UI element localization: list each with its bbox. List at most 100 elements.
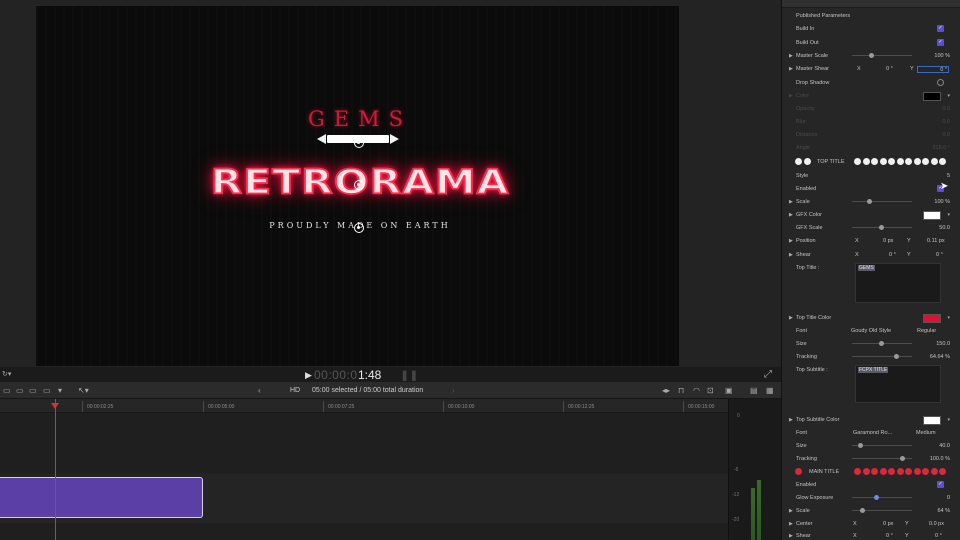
row-gfx-color: ▶ GFX Color ▾ <box>789 211 950 220</box>
play-icon[interactable]: ▶ <box>305 370 312 381</box>
gfx-scale-value[interactable]: 50.0 <box>939 225 950 231</box>
snapping-icon[interactable]: ⊓ <box>678 386 684 395</box>
scale2-value[interactable]: 64 % <box>937 508 950 514</box>
row-top-title-color: ▶ Top Title Color ▾ <box>789 314 950 323</box>
row-top-subtitle-color: ▶ Top Subtitle Color ▾ <box>789 416 950 425</box>
shear3-x[interactable]: 0 ° <box>886 533 893 539</box>
disclosure-triangle-icon[interactable]: ▶ <box>789 199 793 205</box>
size-value[interactable]: 150.0 <box>936 341 950 347</box>
disclosure-triangle-icon[interactable]: ▶ <box>789 212 793 218</box>
clip-settings-icon[interactable]: ▣ <box>725 386 733 395</box>
style-value[interactable]: 5 <box>947 173 950 179</box>
top-title-dots-left <box>795 158 811 165</box>
playhead[interactable] <box>55 399 56 540</box>
disclosure-triangle-icon[interactable]: ▶ <box>789 238 793 244</box>
forward-chevron-icon[interactable]: › <box>452 386 455 395</box>
scale2-slider[interactable] <box>852 508 912 513</box>
clip-appearance-icon[interactable]: ▭ <box>3 386 11 395</box>
master-scale-value[interactable]: 100 % <box>934 53 950 59</box>
effects-browser-icon[interactable]: ▤ <box>750 386 758 395</box>
disclosure-triangle-icon[interactable]: ▶ <box>789 66 793 72</box>
back-chevron-icon[interactable]: ‹ <box>258 386 261 395</box>
chevron-down-icon[interactable]: ▾ <box>947 417 950 423</box>
row-build-in: Build In ✓ <box>796 25 944 32</box>
scale-slider[interactable] <box>852 199 912 204</box>
drop-shadow-checkbox[interactable] <box>937 79 944 86</box>
build-out-checkbox[interactable]: ✓ <box>937 39 944 46</box>
font2-family-select[interactable]: Garamond Ro... <box>853 430 892 436</box>
solo-icon[interactable]: ⊡ <box>707 386 714 395</box>
disclosure-triangle-icon[interactable]: ▶ <box>789 521 793 527</box>
dropdown-chevron-icon[interactable]: ▾ <box>58 386 62 395</box>
position-y[interactable]: 0.11 px <box>927 238 945 244</box>
audio-meters: 0 -6 -12 -20 <box>728 399 781 540</box>
timeline-toolbar: ▭ ▭ ▭ ▭ ▾ ↖▾ ‹ HD 05:00 selected / 05:00… <box>0 381 781 399</box>
clip-appearance-icon[interactable]: ▭ <box>29 386 37 395</box>
row-center: ▶ Center X 0 px Y 0.0 px <box>789 521 944 527</box>
top-title-textbox[interactable]: GEMS <box>855 263 941 303</box>
shear-x[interactable]: 0 ° <box>889 252 896 258</box>
disclosure-triangle-icon[interactable]: ▶ <box>789 53 793 59</box>
gfx-color-swatch[interactable] <box>923 211 941 220</box>
position-x[interactable]: 0 px <box>883 238 893 244</box>
retime-icon[interactable]: ↻▾ <box>2 370 11 378</box>
timeline[interactable]: 00:00:02:25 00:00:05:00 00:00:07:25 00:0… <box>0 399 728 540</box>
row-shadow-blur: Blur 0.0 <box>796 119 950 125</box>
tracking2-value[interactable]: 100.0 % <box>930 456 950 462</box>
master-shear-y[interactable]: 0 ° <box>917 66 949 73</box>
timecode-display[interactable]: 1:48 <box>358 368 381 382</box>
chevron-down-icon[interactable]: ▾ <box>947 315 950 321</box>
master-shear-x[interactable]: 0 ° <box>886 66 893 72</box>
onscreen-control-target-icon[interactable] <box>354 223 364 233</box>
top-subtitle-textbox[interactable]: FCPX TITLE <box>855 365 941 403</box>
tracking-slider[interactable] <box>852 354 912 359</box>
row-tracking-2: Tracking 100.0 % <box>796 456 950 462</box>
headphones-icon[interactable]: ◠ <box>693 386 700 395</box>
center-y[interactable]: 0.0 px <box>929 521 944 527</box>
master-scale-slider[interactable] <box>852 53 912 58</box>
disclosure-triangle-icon[interactable]: ▶ <box>789 533 793 539</box>
center-x[interactable]: 0 px <box>883 521 893 527</box>
clip-appearance-icon[interactable]: ▭ <box>16 386 24 395</box>
font-family-select[interactable]: Goudy Old Style <box>851 328 891 334</box>
top-subtitle-color-swatch[interactable] <box>923 416 941 425</box>
gfx-scale-slider[interactable] <box>852 225 912 230</box>
row-tracking: Tracking 64.64 % <box>796 354 950 360</box>
row-enabled: Enabled ✓ <box>796 185 944 192</box>
timeline-ruler[interactable]: 00:00:02:25 00:00:05:00 00:00:07:25 00:0… <box>0 399 728 413</box>
transitions-icon[interactable]: ▦ <box>766 386 774 395</box>
onscreen-control-target-icon[interactable] <box>354 138 364 148</box>
chevron-down-icon[interactable]: ▾ <box>947 212 950 218</box>
title-clip[interactable] <box>0 477 203 518</box>
enabled2-checkbox[interactable]: ✓ <box>937 481 944 488</box>
disclosure-triangle-icon[interactable]: ▶ <box>789 508 793 514</box>
glow-exposure-value[interactable]: 0 <box>947 495 950 501</box>
audio-skimming-icon[interactable]: ◂▸ <box>662 386 670 395</box>
size2-value[interactable]: 40.0 <box>939 443 950 449</box>
disclosure-triangle-icon[interactable]: ▶ <box>789 252 793 258</box>
glow-exposure-slider[interactable] <box>852 495 912 500</box>
row-shear: ▶ Shear X 0 ° Y 0 ° <box>789 252 943 258</box>
shear-y[interactable]: 0 ° <box>936 252 943 258</box>
font-weight-select[interactable]: Regular <box>917 328 936 334</box>
disclosure-triangle-icon[interactable]: ▶ <box>789 417 793 423</box>
fullscreen-icon[interactable]: ⤢ <box>764 369 774 380</box>
onscreen-control-target-icon[interactable] <box>354 180 364 190</box>
select-tool-icon[interactable]: ↖▾ <box>78 386 89 395</box>
build-in-checkbox[interactable]: ✓ <box>937 25 944 32</box>
row-shear-3: ▶ Shear X 0 ° Y 0 ° <box>789 533 942 539</box>
tracking-value[interactable]: 64.64 % <box>930 354 950 360</box>
top-title-color-swatch[interactable] <box>923 314 941 323</box>
shear3-y[interactable]: 0 ° <box>935 533 942 539</box>
scale-value[interactable]: 100 % <box>934 199 950 205</box>
tracking2-slider[interactable] <box>852 456 912 461</box>
size2-slider[interactable] <box>852 443 912 448</box>
viewer-top-title[interactable]: GEMS <box>240 107 480 131</box>
row-main-title-header: MAIN TITLE <box>782 467 960 477</box>
clip-appearance-icon[interactable]: ▭ <box>43 386 51 395</box>
shadow-color-swatch <box>923 92 941 101</box>
disclosure-triangle-icon[interactable]: ▶ <box>789 315 793 321</box>
size-slider[interactable] <box>852 341 912 346</box>
playhead-handle-icon[interactable] <box>51 403 59 409</box>
font2-weight-select[interactable]: Medium <box>916 430 936 436</box>
